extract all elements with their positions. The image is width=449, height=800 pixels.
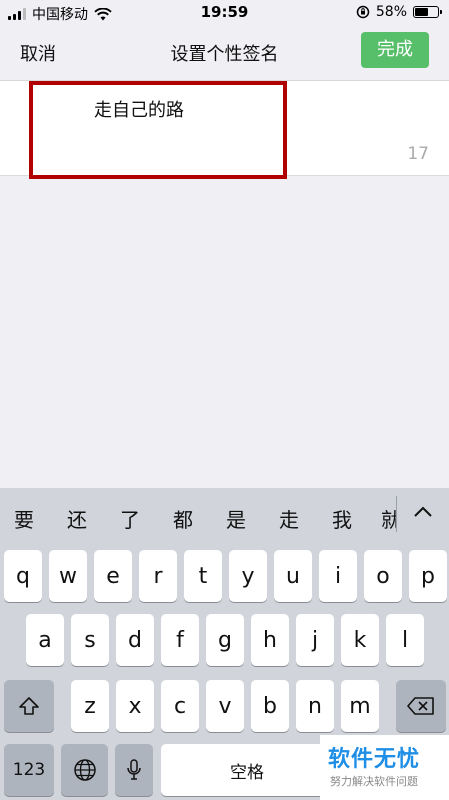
key-q[interactable]: q (4, 550, 42, 602)
key-i[interactable]: i (319, 550, 357, 602)
status-bar: 中国移动 19:59 58% (0, 0, 449, 26)
space-key[interactable]: 空格 (161, 744, 333, 796)
key-e[interactable]: e (94, 550, 132, 602)
candidate-word[interactable]: 走 (279, 504, 299, 533)
key-t[interactable]: t (184, 550, 222, 602)
key-a[interactable]: a (26, 614, 64, 666)
done-button[interactable]: 完成 (361, 32, 429, 68)
watermark-logo: 软件无忧 努力解决软件问题 (320, 735, 449, 800)
key-u[interactable]: u (274, 550, 312, 602)
key-o[interactable]: o (364, 550, 402, 602)
key-n[interactable]: n (296, 680, 334, 732)
battery-percent: 58% (375, 4, 407, 20)
candidate-word[interactable]: 了 (120, 504, 140, 533)
candidate-word[interactable]: 还 (67, 504, 87, 533)
numbers-key[interactable]: 123 (4, 744, 54, 796)
globe-icon (73, 759, 96, 781)
shift-key[interactable] (4, 680, 54, 732)
key-z[interactable]: z (71, 680, 109, 732)
nav-bar: 取消 设置个性签名 完成 (0, 26, 449, 81)
watermark-title: 软件无忧 (328, 747, 421, 772)
key-l[interactable]: l (386, 614, 424, 666)
key-w[interactable]: w (49, 550, 87, 602)
key-k[interactable]: k (341, 614, 379, 666)
signature-textarea[interactable]: 走自己的路 17 (0, 81, 449, 176)
key-y[interactable]: y (229, 550, 267, 602)
shift-icon (19, 697, 39, 715)
key-p[interactable]: p (409, 550, 447, 602)
candidate-word[interactable]: 都 (173, 504, 193, 533)
microphone-key[interactable] (115, 744, 153, 796)
cancel-button[interactable]: 取消 (20, 40, 56, 66)
key-b[interactable]: b (251, 680, 289, 732)
candidate-bar: 要 还 了 都 是 走 我 就 (0, 488, 449, 540)
key-v[interactable]: v (206, 680, 244, 732)
microphone-icon (127, 759, 141, 780)
backspace-icon (407, 697, 434, 715)
candidate-word[interactable]: 要 (14, 504, 34, 533)
key-r[interactable]: r (139, 550, 177, 602)
key-m[interactable]: m (341, 680, 379, 732)
key-c[interactable]: c (161, 680, 199, 732)
chevron-up-icon (414, 506, 432, 517)
key-f[interactable]: f (161, 614, 199, 666)
backspace-key[interactable] (396, 680, 446, 732)
key-d[interactable]: d (116, 614, 154, 666)
signature-text: 走自己的路 (94, 100, 184, 121)
status-right: 58% (356, 4, 442, 20)
battery-icon (413, 6, 442, 18)
candidate-divider (396, 496, 397, 532)
expand-candidates-button[interactable] (406, 494, 440, 530)
candidate-word[interactable]: 就 (381, 504, 396, 533)
rotation-lock-icon (356, 5, 370, 19)
key-h[interactable]: h (251, 614, 289, 666)
candidate-word[interactable]: 是 (226, 504, 246, 533)
key-g[interactable]: g (206, 614, 244, 666)
watermark-subtitle: 努力解决软件问题 (330, 775, 418, 788)
key-s[interactable]: s (71, 614, 109, 666)
key-j[interactable]: j (296, 614, 334, 666)
globe-key[interactable] (61, 744, 108, 796)
key-x[interactable]: x (116, 680, 154, 732)
candidate-word[interactable]: 我 (332, 504, 352, 533)
remaining-char-count: 17 (407, 144, 429, 164)
